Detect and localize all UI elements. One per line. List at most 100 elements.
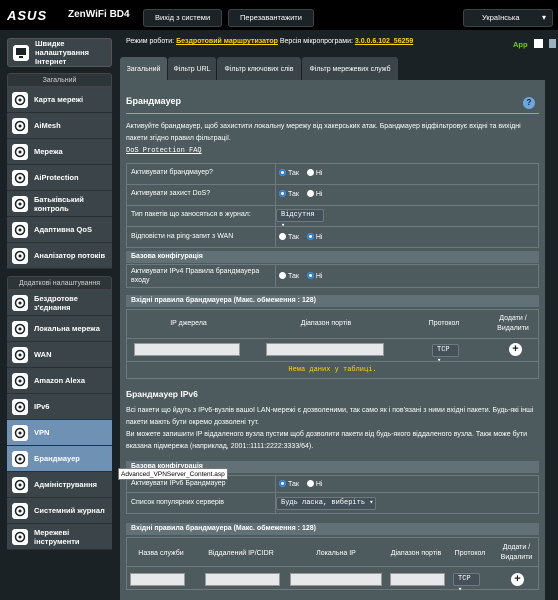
reboot-button[interactable]: Перезавантажити: [228, 9, 314, 27]
radio-no[interactable]: [306, 169, 314, 176]
radio-yes[interactable]: [279, 233, 286, 240]
quick-setup-icon: [13, 44, 29, 61]
top-bar: ASUS ZenWiFi BD4 Вихід з системи Перезав…: [0, 0, 558, 30]
ping-wan-radios[interactable]: Так Ні: [279, 233, 323, 241]
logout-button[interactable]: Вихід з системи: [143, 9, 223, 27]
add-rule-button[interactable]: +: [509, 343, 522, 356]
source-ip-input[interactable]: [134, 343, 240, 356]
alexa-icon: [12, 372, 28, 389]
remote-ip-input[interactable]: [205, 573, 280, 586]
tab-url-filter[interactable]: Фільтр URL: [168, 57, 216, 80]
col-protocol: Протокол: [454, 550, 486, 557]
mode-link[interactable]: Бездротовий маршрутизатор: [176, 38, 278, 45]
sidebar-item-vpn[interactable]: VPN: [7, 420, 112, 446]
col-port-range: Діапазон портів: [390, 550, 442, 557]
sidebar-item-traffic-analyzer[interactable]: Аналізатор потоків: [7, 243, 112, 269]
radio-no[interactable]: [306, 233, 314, 240]
port-range-input[interactable]: [390, 573, 445, 586]
sidebar-item-aiprotection[interactable]: AiProtection: [7, 165, 112, 191]
app-link[interactable]: App: [513, 39, 556, 49]
sidebar-item-administration[interactable]: Адміністрування: [7, 472, 112, 498]
sidebar-item-parental-control[interactable]: Батьківський контроль: [7, 191, 112, 217]
ipv6-enable-radios[interactable]: Так Ні: [279, 480, 323, 488]
pin-icon[interactable]: [548, 39, 556, 48]
network-map-icon: [12, 91, 28, 108]
help-icon[interactable]: ?: [523, 97, 535, 109]
ipv4-inbound-radios[interactable]: Так Ні: [279, 272, 323, 280]
sidebar-item-ipv6[interactable]: IPv6: [7, 394, 112, 420]
lan-icon: [12, 320, 28, 337]
enable-firewall-radios[interactable]: Так Ні: [279, 169, 323, 177]
local-ip-input[interactable]: [290, 573, 382, 586]
log-type-label: Тип пакетів що заносяться в журнал:: [131, 211, 251, 218]
sidebar-item-label: Адаптивна QoS: [34, 225, 92, 234]
traffic-analyzer-icon: [12, 247, 28, 264]
enable-dos-radios[interactable]: Так Ні: [279, 190, 323, 198]
radio-yes[interactable]: [279, 480, 286, 487]
service-name-input[interactable]: [130, 573, 185, 586]
link-tooltip: Advanced_VPNServer_Content.asp: [118, 468, 228, 480]
sidebar-item-wan[interactable]: WAN: [7, 342, 112, 368]
popular-servers-label: Список популярних серверів: [131, 499, 225, 506]
sidebar-item-label: Локальна мережа: [34, 324, 100, 333]
sidebar-item-lan[interactable]: Локальна мережа: [7, 316, 112, 342]
language-select[interactable]: Українська ▾: [463, 9, 553, 27]
sidebar: Швидке налаштування Інтернет Загальний К…: [7, 38, 112, 550]
popular-servers-select[interactable]: Будь ласка, виберіть ▾: [276, 497, 376, 510]
radio-yes[interactable]: [279, 169, 286, 176]
basic-config-header: Базова конфігурація: [126, 251, 539, 263]
sidebar-item-firewall[interactable]: Брандмауер: [7, 446, 112, 472]
sidebar-item-label: Брандмауер: [34, 454, 80, 463]
network-icon: [12, 143, 28, 160]
tab-network-services-filter[interactable]: Фільтр мережевих служб: [302, 57, 398, 80]
aimesh-icon: [12, 117, 28, 134]
radio-no[interactable]: [306, 272, 314, 279]
aiprotection-icon: [12, 169, 28, 186]
log-type-select[interactable]: Відсутня ▾: [276, 209, 324, 230]
chevron-down-icon: ▾: [541, 13, 546, 22]
inbound-rules-header: Вхідні правила брандмауера (Макс. обмеже…: [126, 295, 539, 307]
advanced-section-header: Додаткові налаштування: [7, 276, 112, 290]
add-rule-button[interactable]: +: [511, 573, 524, 586]
col-add-remove: Додати / Видалити: [497, 315, 529, 332]
ping-wan-label: Відповісти на ping-запит з WAN: [131, 233, 234, 240]
ipv6-section-title: Брандмауер IPv6: [126, 389, 198, 399]
firmware-link[interactable]: 3.0.0.6.102_56259: [355, 38, 413, 45]
sidebar-item-network-map[interactable]: Карта мережі: [7, 87, 112, 113]
language-value: Українська: [482, 13, 520, 22]
dos-faq-link[interactable]: DoS Protection FAQ: [126, 147, 202, 155]
radio-no[interactable]: [306, 190, 314, 197]
radio-yes[interactable]: [279, 272, 286, 279]
sidebar-item-wireless[interactable]: Бездротове з'єднання: [7, 290, 112, 316]
sidebar-item-label: Батьківський контроль: [34, 194, 84, 213]
tab-general[interactable]: Загальний: [120, 57, 167, 80]
protocol-select[interactable]: TCP ▾: [453, 573, 480, 594]
firewall-description: Активуйте брандмауер, щоб захистити лока…: [126, 123, 521, 155]
administration-icon: [12, 476, 28, 493]
general-section-header: Загальний: [7, 73, 112, 87]
ipv6-rules-header: Вхідні правила брандмауера (Макс. обмеже…: [126, 523, 539, 535]
sidebar-item-label: VPN: [34, 428, 50, 437]
sidebar-item-network-tools[interactable]: Мережеві інструменти: [7, 524, 112, 550]
firmware-label: Версія мікропрограми:: [279, 38, 353, 45]
main-panel: Брандмауер ? Активуйте брандмауер, щоб з…: [120, 80, 545, 600]
radio-yes[interactable]: [279, 190, 286, 197]
quick-internet-setup[interactable]: Швидке налаштування Інтернет: [7, 38, 112, 67]
tab-keyword-filter[interactable]: Фільтр ключових слів: [217, 57, 301, 80]
no-data-message: Нема даних у таблиці.: [288, 366, 377, 374]
sidebar-item-system-log[interactable]: Системний журнал: [7, 498, 112, 524]
sidebar-item-network[interactable]: Мережа: [7, 139, 112, 165]
firewall-icon: [12, 450, 28, 467]
parental-control-icon: [12, 195, 28, 212]
sidebar-item-label: Мережеві інструменти: [34, 527, 80, 546]
wan-icon: [12, 346, 28, 363]
qr-icon[interactable]: [533, 39, 543, 48]
radio-no[interactable]: [306, 480, 314, 487]
sidebar-item-aimesh[interactable]: AiMesh: [7, 113, 112, 139]
col-remote-ip: Віддалений IP/CIDR: [208, 550, 274, 557]
sidebar-item-alexa[interactable]: Amazon Alexa: [7, 368, 112, 394]
protocol-select[interactable]: TCP ▾: [432, 344, 459, 365]
sidebar-item-label: WAN: [34, 350, 52, 359]
port-range-input[interactable]: [266, 343, 384, 356]
sidebar-item-qos[interactable]: Адаптивна QoS: [7, 217, 112, 243]
